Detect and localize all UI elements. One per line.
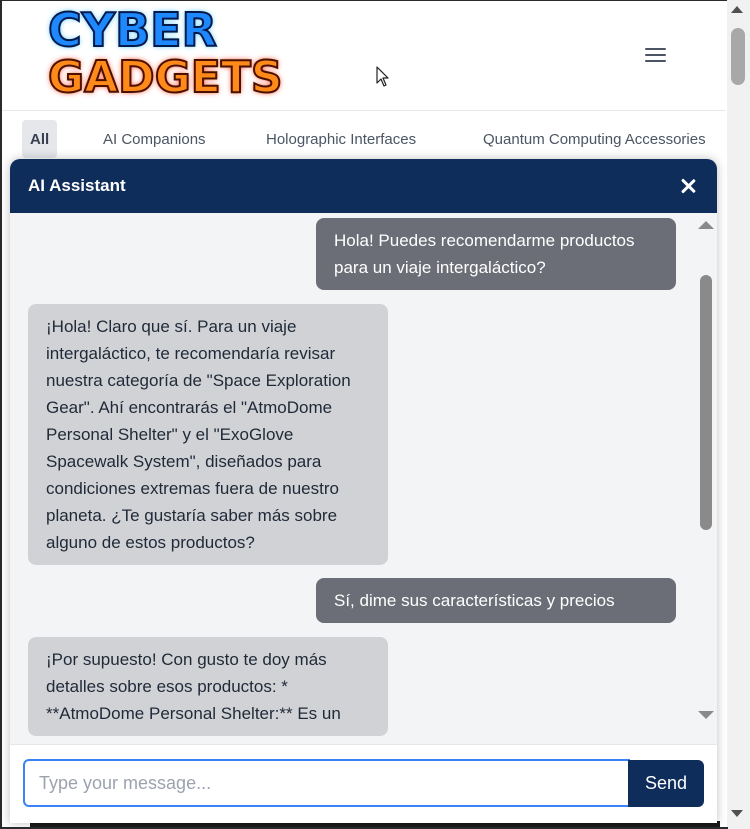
tab-all[interactable]: All: [22, 120, 58, 158]
tab-ai-companions[interactable]: AI Companions: [103, 120, 206, 158]
site-header: CYBER GADGETS: [2, 1, 726, 111]
scroll-down-arrow-icon[interactable]: [731, 810, 743, 817]
chat-title: AI Assistant: [28, 176, 126, 195]
scroll-up-arrow-icon[interactable]: [698, 221, 714, 229]
ai-assistant-chat-panel: AI Assistant Hola! Puedes recomendarme p…: [10, 159, 717, 823]
tab-holographic-interfaces[interactable]: Holographic Interfaces: [266, 120, 416, 158]
user-message: Sí, dime sus características y precios: [316, 578, 676, 623]
scroll-up-arrow-icon[interactable]: [731, 6, 743, 13]
close-icon[interactable]: [676, 174, 700, 198]
chat-header: AI Assistant: [10, 159, 717, 213]
assistant-message: ¡Por supuesto! Con gusto te doy más deta…: [28, 637, 388, 736]
cyber-gadgets-logo[interactable]: CYBER GADGETS: [47, 3, 284, 104]
category-tabs: All AI Companions Holographic Interfaces…: [2, 112, 726, 160]
chat-scrollbar-thumb[interactable]: [700, 275, 712, 530]
scroll-down-arrow-icon[interactable]: [698, 711, 714, 719]
mouse-pointer-icon: [376, 66, 389, 87]
page-scrollbar-thumb[interactable]: [731, 28, 745, 85]
logo-line-1: CYBER: [47, 3, 218, 57]
user-message: Hola! Puedes recomendarme productos para…: [316, 218, 676, 290]
chat-messages[interactable]: Hola! Puedes recomendarme productos para…: [10, 213, 717, 744]
tab-quantum-computing-accessories[interactable]: Quantum Computing Accessories: [483, 120, 706, 158]
send-button[interactable]: Send: [628, 760, 704, 807]
hamburger-menu-icon[interactable]: [645, 45, 669, 67]
message-input[interactable]: [23, 759, 630, 807]
chat-input-bar: Send: [10, 744, 717, 823]
page-scrollbar[interactable]: [727, 0, 750, 829]
assistant-message: ¡Hola! Claro que sí. Para un viaje inter…: [28, 304, 388, 565]
logo-line-2: GADGETS: [47, 52, 284, 103]
